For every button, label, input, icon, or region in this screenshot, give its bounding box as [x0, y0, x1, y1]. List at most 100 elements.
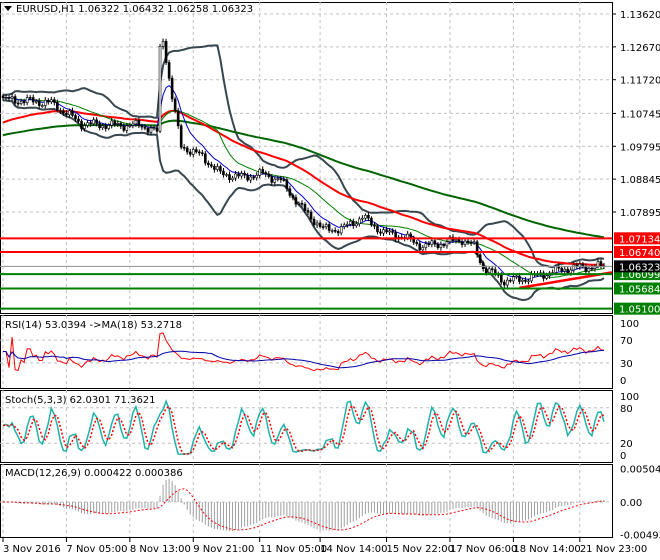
candle-body	[569, 269, 573, 274]
candle-body	[56, 102, 59, 111]
y-tick-label: 1.09795	[620, 142, 660, 153]
macd-tick-label: -0.004931	[620, 531, 660, 542]
candle-body	[270, 176, 274, 183]
candle-body	[306, 210, 310, 213]
candle	[173, 96, 177, 113]
trading-chart[interactable]: 3 Nov 2016 7 Nov 05:00 8 Nov 13:00 9 Nov 21…	[0, 0, 660, 560]
candle-body	[587, 267, 591, 272]
candle-body	[240, 173, 243, 177]
candle-body	[71, 110, 74, 116]
candle-body	[590, 267, 594, 270]
candle-body	[213, 165, 216, 170]
macd-tick-label: 0.00	[620, 498, 642, 509]
candle-body	[77, 118, 80, 122]
candle-body	[31, 97, 35, 103]
candle-body	[216, 166, 219, 170]
candle-body	[1, 95, 5, 98]
current-price-label: 1.06323	[619, 262, 660, 273]
x-tick-label: 3 Nov 2016	[3, 544, 61, 555]
candle-body	[179, 125, 183, 148]
y-tick-label: 1.12670	[620, 43, 660, 54]
candle-body	[25, 97, 29, 104]
candle-body	[563, 268, 567, 272]
candle-body	[110, 120, 114, 126]
candle-body	[385, 229, 388, 233]
candle-body	[152, 127, 156, 130]
candle-body	[291, 195, 295, 198]
candle-body	[149, 127, 153, 133]
candle-body	[194, 149, 198, 153]
candle-body	[478, 254, 482, 263]
candle-body	[279, 178, 283, 180]
rsi-tick-label: 70	[620, 336, 633, 347]
candle-body	[182, 146, 186, 149]
stoch-title: Stoch(5,3,3) 62.0301 71.3621	[5, 395, 156, 406]
candle-body	[22, 101, 26, 104]
candle-body	[13, 96, 17, 104]
candle-body	[484, 268, 488, 274]
candle	[370, 216, 373, 227]
rsi-tick-label: 100	[620, 319, 639, 330]
x-tick-label: 21 Nov 23:00	[580, 544, 647, 555]
rsi-tick-label: 0	[620, 376, 626, 387]
candle-body	[345, 223, 349, 226]
candle-body	[201, 152, 204, 155]
candle-body	[128, 125, 132, 127]
candle-body	[376, 225, 379, 233]
stoch-tick-label: 20	[620, 439, 633, 450]
candle-body	[267, 173, 271, 177]
candle-body	[521, 279, 524, 282]
candle-body	[86, 122, 89, 126]
candle-body	[445, 241, 449, 247]
candle-body	[288, 188, 292, 196]
candle-body	[80, 120, 83, 129]
candle-body	[134, 120, 138, 125]
candle-body	[222, 170, 225, 176]
rsi-tick-label: 30	[620, 359, 633, 370]
candle-body	[321, 226, 325, 228]
candle-body	[89, 122, 92, 124]
candle-body	[28, 97, 32, 99]
candle-body	[95, 119, 98, 124]
candle-body	[421, 247, 425, 251]
candle-body	[68, 110, 71, 116]
level-label: 1.05100	[619, 305, 660, 316]
level-label: 1.07134	[619, 234, 660, 245]
candle-body	[524, 279, 527, 282]
candle-body	[545, 275, 548, 279]
candle-body	[382, 229, 385, 234]
chart-canvas[interactable]: 3 Nov 2016 7 Nov 05:00 8 Nov 13:00 9 Nov 21…	[0, 0, 660, 560]
candle-body	[59, 110, 62, 112]
candle-body	[309, 211, 313, 220]
candle-body	[185, 147, 189, 153]
candle-body	[442, 244, 446, 247]
candle-body	[92, 119, 95, 124]
candle-body	[509, 279, 512, 282]
candle-body	[572, 264, 576, 271]
candle-body	[285, 179, 289, 190]
candle-body	[361, 217, 364, 220]
candle-body	[427, 243, 431, 246]
candle-body	[249, 176, 252, 181]
y-tick-label: 1.10745	[620, 109, 660, 120]
candle-body	[65, 112, 68, 116]
candle-body	[170, 77, 174, 100]
level-label: 1.05684	[619, 284, 660, 295]
candle-body	[62, 110, 65, 114]
candle-body	[469, 241, 473, 244]
candle-body	[566, 268, 570, 274]
candle-body	[330, 230, 334, 232]
candle-body	[74, 115, 77, 120]
macd-tick-label: 0.005047	[620, 465, 660, 476]
candle-body	[137, 120, 141, 127]
candle-body	[198, 151, 201, 154]
candle-body	[4, 97, 8, 99]
candle-body	[355, 223, 358, 227]
candle-body	[16, 102, 20, 105]
level-label: 1.06740	[619, 248, 660, 259]
stoch-tick-label: 100	[620, 392, 639, 403]
candle-body	[19, 101, 23, 104]
candle-body	[367, 214, 370, 219]
candle-body	[463, 240, 467, 245]
candle-body	[228, 174, 231, 181]
